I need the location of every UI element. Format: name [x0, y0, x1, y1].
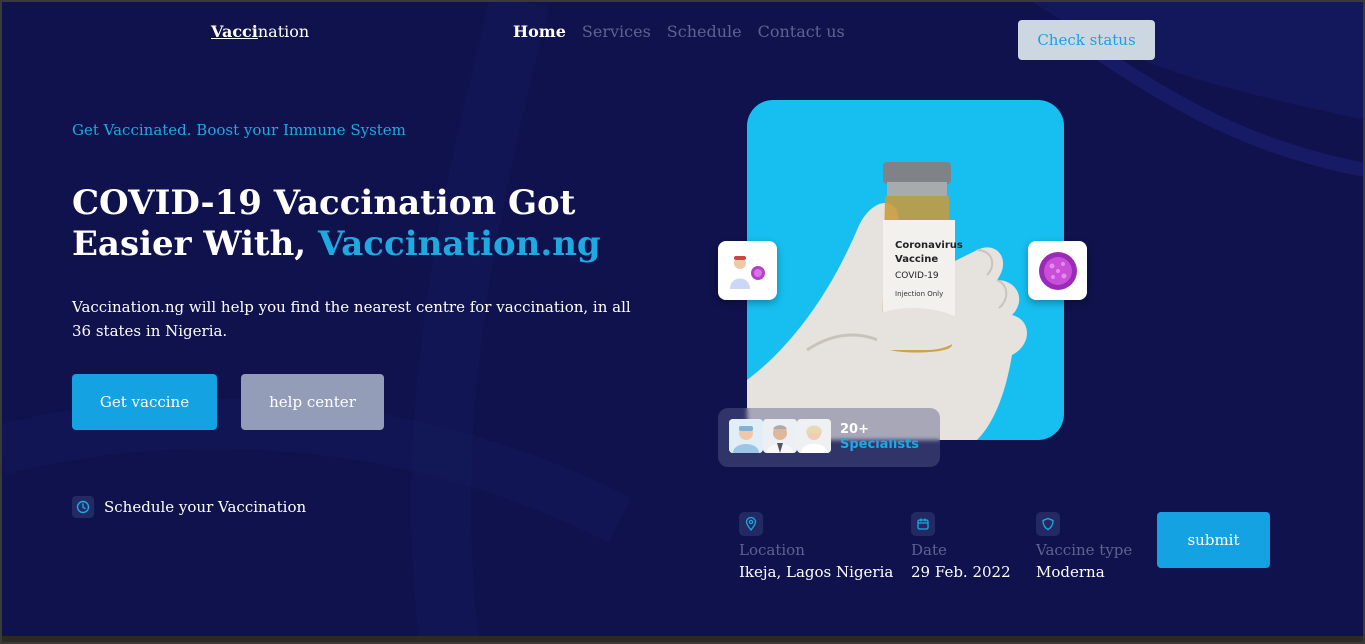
vial-text-1: Coronavirus	[895, 240, 963, 251]
map-pin-icon	[739, 512, 763, 536]
nav-item-schedule[interactable]: Schedule	[667, 22, 742, 41]
date-field[interactable]: Date 29 Feb. 2022	[911, 512, 1011, 581]
headline-accent: Vaccination.ng	[318, 224, 601, 264]
shield-icon	[1036, 512, 1060, 536]
location-field[interactable]: Location Ikeja, Lagos Nigeria	[739, 512, 893, 581]
clock-icon	[72, 496, 94, 518]
logo-highlight: Vacci	[211, 22, 258, 41]
help-center-button[interactable]: help center	[241, 374, 384, 430]
calendar-icon	[911, 512, 935, 536]
date-value: 29 Feb. 2022	[911, 563, 1011, 581]
vaccine-vial-illustration: Coronavirus Vaccine COVID-19 Injection O…	[747, 162, 1027, 440]
avatar	[729, 419, 763, 453]
vial-text-2: Vaccine	[895, 254, 938, 265]
hero-tagline: Get Vaccinated. Boost your Immune System	[72, 121, 406, 139]
avatar	[797, 419, 831, 453]
vial-text-3: COVID-19	[895, 271, 939, 281]
nav-item-home[interactable]: Home	[513, 22, 566, 41]
schedule-vaccination-link[interactable]: Schedule your Vaccination	[72, 496, 306, 518]
nav-item-services[interactable]: Services	[582, 22, 651, 41]
logo[interactable]: Vaccination	[211, 22, 309, 41]
vaccine-type-field[interactable]: Vaccine type Moderna	[1036, 512, 1132, 581]
submit-button[interactable]: submit	[1157, 512, 1270, 568]
hero-description: Vaccination.ng will help you find the ne…	[72, 298, 631, 340]
specialists-badge: 20+ Specialists	[718, 408, 940, 467]
get-vaccine-button[interactable]: Get vaccine	[72, 374, 217, 430]
location-label: Location	[739, 541, 805, 559]
logo-rest: nation	[257, 22, 310, 41]
main-nav: Home Services Schedule Contact us	[513, 22, 845, 41]
doctor-virus-badge	[718, 241, 777, 300]
vaccine-image-card: Coronavirus Vaccine COVID-19 Injection O…	[747, 100, 1064, 440]
virus-icon	[1038, 251, 1077, 290]
vial-text-4: Injection Only	[895, 290, 943, 298]
specialists-label: Specialists	[840, 437, 920, 452]
vaccine-type-value: Moderna	[1036, 563, 1105, 581]
date-label: Date	[911, 541, 947, 559]
specialist-avatars	[729, 419, 831, 453]
specialists-count: 20+	[840, 422, 869, 437]
location-value: Ikeja, Lagos Nigeria	[739, 563, 894, 581]
doctor-icon	[729, 255, 765, 289]
virus-badge	[1028, 241, 1087, 300]
hero-headline: COVID-19 Vaccination Got Easier With, Va…	[72, 183, 632, 265]
vaccine-type-label: Vaccine type	[1036, 541, 1133, 559]
schedule-label: Schedule your Vaccination	[104, 498, 307, 516]
nav-item-contact[interactable]: Contact us	[758, 22, 845, 41]
avatar	[763, 419, 797, 453]
check-status-button[interactable]: Check status	[1018, 20, 1155, 60]
